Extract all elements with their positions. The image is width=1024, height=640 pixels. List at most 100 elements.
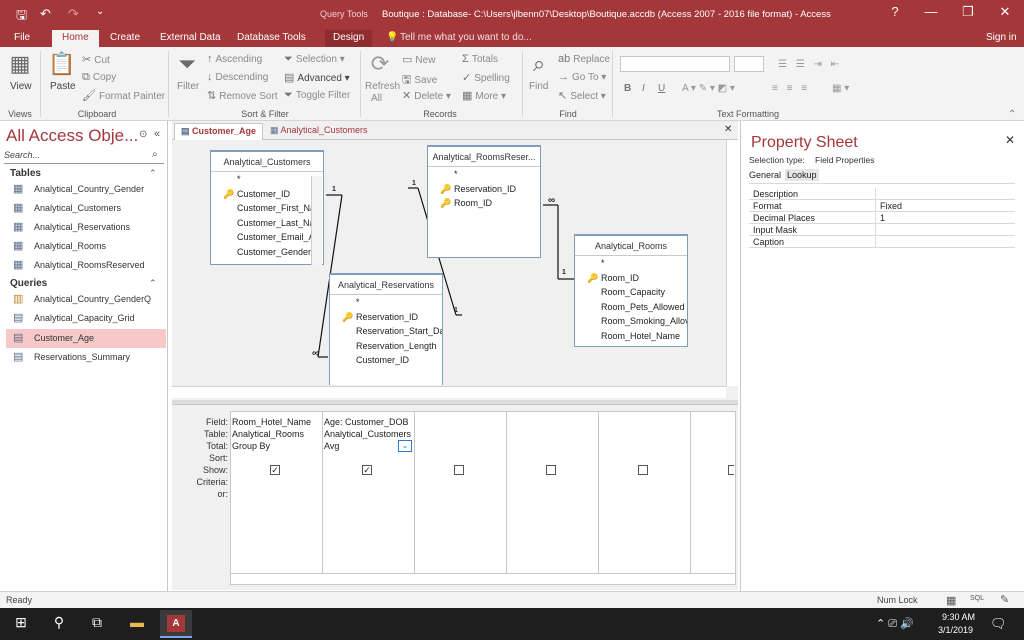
queries-header[interactable]: Queries xyxy=(10,278,47,289)
field-row[interactable]: Customer_Gender xyxy=(211,245,323,260)
customize-qat-icon[interactable]: ⌄ xyxy=(96,6,104,17)
undo-icon[interactable]: ↶ xyxy=(40,6,51,22)
italic-button[interactable]: I xyxy=(642,83,645,94)
font-color-icon[interactable]: A ▾ ✎ ▾ ◩ ▾ xyxy=(682,83,735,94)
field-all[interactable]: * xyxy=(428,167,540,182)
property-row[interactable]: Format Fixed xyxy=(749,200,1015,212)
collapse-queries-icon[interactable]: ⌃ xyxy=(149,278,157,289)
tab-design[interactable]: Design xyxy=(325,30,373,47)
file-explorer-icon[interactable]: ▬ xyxy=(126,614,148,634)
field-row[interactable]: Customer_Last_Na xyxy=(211,216,323,231)
show-checkbox[interactable] xyxy=(546,465,556,475)
design-view-icon[interactable]: ✎ xyxy=(1000,593,1009,606)
tab-analytical-customers[interactable]: ▦ Analytical_Customers xyxy=(264,123,374,140)
clock-date[interactable]: 3/1/2019 xyxy=(938,625,973,635)
tab-file[interactable]: File xyxy=(12,30,32,47)
bold-button[interactable]: B xyxy=(624,83,631,94)
field-all[interactable]: * xyxy=(330,295,442,310)
save-icon[interactable]: 🖫 xyxy=(16,6,27,28)
windows-start-icon[interactable]: ⊞ xyxy=(10,614,32,634)
clock-time[interactable]: 9:30 AM xyxy=(942,612,975,622)
access-taskbar-button[interactable]: A xyxy=(160,610,192,638)
field-row[interactable]: Customer_First_Na xyxy=(211,201,323,216)
more-button[interactable]: ▦ More ▾ xyxy=(462,89,506,102)
font-family-dropdown[interactable] xyxy=(620,56,730,72)
paste-icon[interactable]: 📋 xyxy=(48,51,75,77)
grid-total-cell[interactable]: Group By xyxy=(232,440,320,452)
list-icons[interactable]: ☰ ☰ ⇥ ⇤ xyxy=(778,59,842,70)
refresh-button[interactable]: Refresh xyxy=(365,81,400,92)
table-scrollbar[interactable] xyxy=(311,176,322,265)
nav-item-query-selected[interactable]: ▤ Customer_Age xyxy=(6,329,166,348)
minimize-button[interactable]: — xyxy=(916,4,946,19)
descending-button[interactable]: ↓ Descending xyxy=(207,71,268,83)
property-row[interactable]: Description xyxy=(749,188,1015,200)
cut-button[interactable]: ✂ Cut xyxy=(82,53,110,66)
table-box-analytical-customers[interactable]: Analytical_Customers * 🔑 Customer_ID Cust… xyxy=(210,150,324,265)
collapse-pane-icon[interactable]: « xyxy=(154,128,160,140)
close-document-button[interactable]: ✕ xyxy=(724,124,732,135)
view-button[interactable]: View xyxy=(10,81,32,92)
total-dropdown-button[interactable]: ⌄ xyxy=(398,440,412,452)
table-title[interactable]: Analytical_RoomsReser... xyxy=(428,147,540,167)
align-icons[interactable]: ≡ ≡ ≡ xyxy=(772,83,810,94)
field-all[interactable]: * xyxy=(575,256,687,271)
tables-header[interactable]: Tables xyxy=(10,168,41,179)
nav-pane-title[interactable]: All Access Obje... xyxy=(6,126,138,146)
grid-field-cell[interactable]: Age: Customer_DOB xyxy=(324,416,412,428)
field-all[interactable]: * xyxy=(211,172,323,187)
field-row[interactable]: Customer_ID xyxy=(330,353,442,368)
property-row[interactable]: Caption xyxy=(749,236,1015,248)
tab-database-tools[interactable]: Database Tools xyxy=(235,30,308,47)
nav-search-input[interactable]: Search... xyxy=(4,150,164,164)
selection-button[interactable]: ⏷ Selection ▾ xyxy=(284,53,345,66)
sign-in-link[interactable]: Sign in xyxy=(984,30,1019,47)
close-button[interactable]: ✕ xyxy=(990,4,1020,20)
nav-item-table[interactable]: ▦ Analytical_Country_Gender xyxy=(6,180,166,199)
table-title[interactable]: Analytical_Rooms xyxy=(575,236,687,256)
field-row[interactable]: 🔑 Room_ID xyxy=(575,271,687,286)
collapse-ribbon-icon[interactable]: ⌃ xyxy=(1008,109,1016,120)
tab-lookup[interactable]: Lookup xyxy=(785,169,819,181)
select-button[interactable]: ↖ Select ▾ xyxy=(558,89,606,102)
field-row[interactable]: Room_Capacity xyxy=(575,285,687,300)
nav-item-table[interactable]: ▦ Analytical_RoomsReserved xyxy=(6,256,166,275)
field-row[interactable]: Room_Smoking_Allov xyxy=(575,314,687,329)
spelling-button[interactable]: ✓ Spelling xyxy=(462,71,510,84)
show-checkbox[interactable] xyxy=(454,465,464,475)
underline-button[interactable]: U xyxy=(658,83,665,94)
refresh-icon[interactable]: ⟳ xyxy=(366,51,394,77)
table-title[interactable]: Analytical_Customers xyxy=(211,152,323,172)
datasheet-view-icon[interactable]: ▦ xyxy=(6,51,34,77)
sql-view-button[interactable]: SQL xyxy=(970,595,984,602)
grid-table-cell[interactable]: Analytical_Customers xyxy=(324,428,412,440)
tab-external-data[interactable]: External Data xyxy=(158,30,223,47)
font-size-dropdown[interactable] xyxy=(734,56,764,72)
table-box-analytical-reservations[interactable]: Analytical_Reservations * 🔑 Reservation_I… xyxy=(329,273,443,385)
toggle-filter-button[interactable]: ⏷ Toggle Filter xyxy=(284,89,350,102)
field-row[interactable]: 🔑 Reservation_ID xyxy=(330,310,442,325)
datasheet-view-icon[interactable]: ▦ xyxy=(946,594,956,607)
tab-create[interactable]: Create xyxy=(108,30,142,47)
nav-item-query[interactable]: ▥ Analytical_Country_GenderQ xyxy=(6,290,166,309)
table-title[interactable]: Analytical_Reservations xyxy=(330,275,442,295)
nav-menu-icon[interactable]: ⊙ xyxy=(139,129,147,140)
save-record-button[interactable]: 🖫 Save xyxy=(402,71,437,90)
system-tray-icons[interactable]: ⌃ ⎚ 🔊 xyxy=(876,617,914,631)
paste-button[interactable]: Paste xyxy=(50,81,76,92)
format-painter-button[interactable]: 🖌 Format Painter xyxy=(82,89,165,102)
field-row[interactable]: Reservation_Length xyxy=(330,339,442,354)
ascending-button[interactable]: ↑ Ascending xyxy=(207,53,262,65)
delete-record-button[interactable]: ✕ Delete ▾ xyxy=(402,89,451,102)
search-icon[interactable]: ⚲ xyxy=(48,614,70,634)
redo-icon[interactable]: ↷ xyxy=(68,6,79,22)
copy-button[interactable]: ⧉ Copy xyxy=(82,71,116,84)
tab-customer-age[interactable]: ▤ Customer_Age xyxy=(174,123,264,140)
grid-horizontal-scrollbar[interactable] xyxy=(230,573,736,585)
table-box-analytical-rooms[interactable]: Analytical_Rooms * 🔑 Room_ID Room_Capacit… xyxy=(574,234,688,347)
new-record-button[interactable]: ▭ New xyxy=(402,53,435,66)
field-row[interactable]: 🔑 Reservation_ID xyxy=(428,182,540,197)
filter-button[interactable]: Filter xyxy=(177,81,199,92)
filter-icon[interactable]: ⏷ xyxy=(174,51,200,77)
grid-field-cell[interactable]: Room_Hotel_Name xyxy=(232,416,320,428)
